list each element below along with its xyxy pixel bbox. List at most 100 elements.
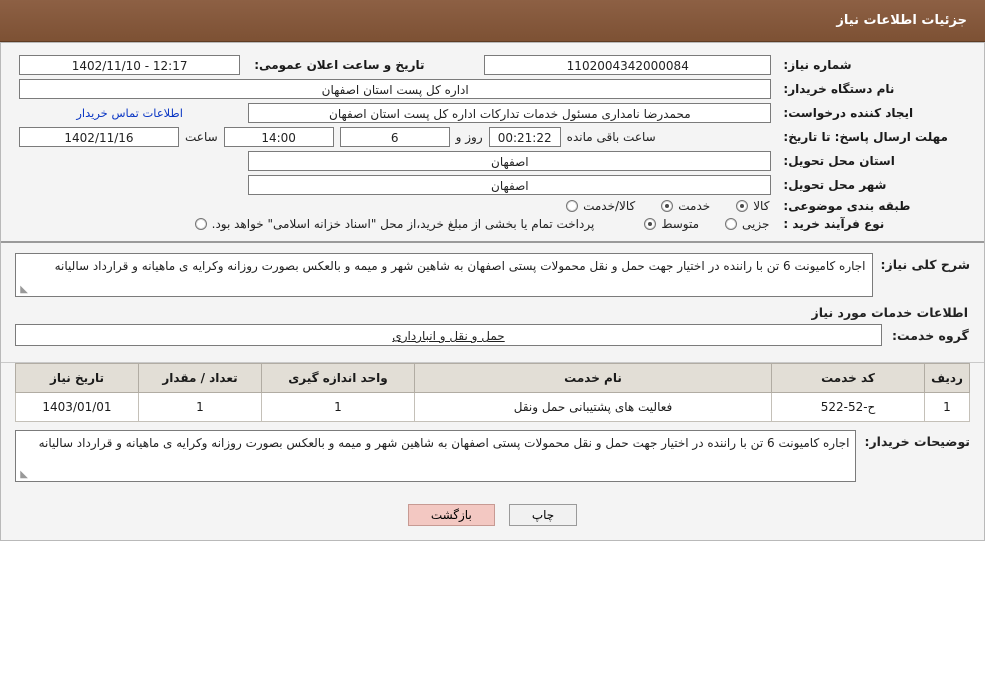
footer-buttons: چاپ بازگشت (1, 492, 984, 540)
category-option-kala-label: کالا (753, 199, 770, 213)
col-service-code: کد خدمت (771, 363, 925, 393)
general-description-row: شرح کلی نیاز: اجاره کامیونت 6 تن با رانن… (15, 253, 970, 297)
purchase-type-label: نوع فرآیند خرید : (783, 217, 885, 231)
category-option-khedmat[interactable]: خدمت (661, 199, 710, 213)
page-title: جزئیات اطلاعات نیاز (836, 13, 967, 28)
buyer-org-cell: اداره کل پست استان اصفهان (15, 77, 775, 101)
category-option-kala[interactable]: کالا (736, 199, 769, 213)
deadline-days[interactable]: 6 (339, 127, 450, 147)
category-option-kala-khedmat-label: کالا/خدمت (583, 199, 636, 213)
category-option-khedmat-label: خدمت (678, 199, 711, 213)
buyer-notes-label: توضیحات خریدار: (864, 434, 970, 449)
buyer-org-value[interactable]: اداره کل پست استان اصفهان (19, 79, 772, 99)
radio-icon[interactable] (566, 200, 579, 212)
announcement-datetime-value[interactable]: 1402/11/10 - 12:17 (19, 55, 241, 75)
delivery-city-value[interactable]: اصفهان (248, 175, 772, 195)
page-root: AriaTender.net جزئیات اطلاعات نیاز شماره… (0, 0, 985, 691)
deadline-group: 1402/11/16 ساعت 14:00 6 روز و 00:21:22 س… (19, 127, 771, 147)
delivery-city-spacer (15, 173, 244, 197)
services-section-title: اطلاعات خدمات مورد نیاز (811, 305, 969, 320)
services-table-wrap: ردیف کد خدمت نام خدمت واحد اندازه گیری ت… (1, 363, 984, 422)
col-service-name: نام خدمت (414, 363, 772, 393)
requester-label: ایجاد کننده درخواست: (783, 106, 914, 120)
delivery-city-cell: اصفهان (244, 173, 775, 197)
buyer-notes-row: توضیحات خریدار: اجاره کامیونت 6 تن با را… (15, 430, 970, 482)
category-radio-group: کالا خدمت کالا/خدمت (19, 199, 771, 213)
need-info-table: شماره نیاز: 1102004342000084 تاریخ و ساع… (15, 53, 970, 233)
row-delivery-city: شهر محل تحویل: اصفهان (15, 173, 970, 197)
col-unit: واحد اندازه گیری (261, 363, 415, 393)
cell-radif: 1 (924, 392, 970, 422)
deadline-time[interactable]: 14:00 (223, 127, 334, 147)
col-quantity: تعداد / مقدار (138, 363, 262, 393)
treasury-note-label: پرداخت تمام یا بخشی از مبلغ خرید،از محل … (211, 217, 595, 231)
need-number-label: شماره نیاز: (783, 58, 852, 72)
service-group-value[interactable]: حمل و نقل و انبارداری (15, 324, 882, 346)
deadline-label: مهلت ارسال پاسخ: تا تاریخ: (783, 130, 948, 144)
purchase-type-option-jozii[interactable]: جزیی (725, 217, 769, 231)
purchase-type-radio-group: جزیی متوسط پرداخت تمام یا بخشی از مبلغ خ… (19, 217, 771, 231)
need-info-panel: شماره نیاز: 1102004342000084 تاریخ و ساع… (1, 43, 984, 243)
general-description-panel: شرح کلی نیاز: اجاره کامیونت 6 تن با رانن… (1, 243, 984, 363)
cell-quantity: 1 (138, 392, 262, 422)
back-button[interactable]: بازگشت (407, 504, 495, 526)
radio-icon[interactable] (644, 218, 657, 230)
radio-icon[interactable] (736, 200, 749, 212)
row-requester: ایجاد کننده درخواست: محمدرضا نامداری مسئ… (15, 101, 970, 125)
services-table-header-row: ردیف کد خدمت نام خدمت واحد اندازه گیری ت… (15, 363, 970, 393)
details-container: شماره نیاز: 1102004342000084 تاریخ و ساع… (0, 42, 985, 541)
need-number-cell: 1102004342000084 (480, 53, 775, 77)
category-option-kala-khedmat[interactable]: کالا/خدمت (566, 199, 635, 213)
col-radif: ردیف (924, 363, 970, 393)
deadline-countdown-label: ساعت باقی مانده (566, 130, 656, 144)
delivery-province-value[interactable]: اصفهان (248, 151, 772, 171)
purchase-type-cell: جزیی متوسط پرداخت تمام یا بخشی از مبلغ خ… (15, 215, 775, 233)
radio-icon[interactable] (725, 218, 738, 230)
category-label: طبقه بندی موضوعی: (783, 199, 911, 213)
radio-icon[interactable] (661, 200, 674, 212)
category-cell: کالا خدمت کالا/خدمت (15, 197, 775, 215)
delivery-province-spacer (15, 149, 244, 173)
resize-grip-icon[interactable]: ◣ (18, 470, 28, 480)
purchase-type-option-jozii-label: جزیی (742, 217, 770, 231)
page-title-bar: جزئیات اطلاعات نیاز (0, 0, 985, 42)
row-need-number: شماره نیاز: 1102004342000084 تاریخ و ساع… (15, 53, 970, 77)
deadline-cell: 1402/11/16 ساعت 14:00 6 روز و 00:21:22 س… (15, 125, 775, 149)
requester-cell: محمدرضا نامداری مسئول خدمات تدارکات ادار… (244, 101, 775, 125)
treasury-note-option[interactable]: پرداخت تمام یا بخشی از مبلغ خرید،از محل … (194, 217, 595, 231)
delivery-province-label: استان محل تحویل: (783, 154, 895, 168)
radio-icon[interactable] (194, 218, 207, 230)
delivery-province-cell: اصفهان (244, 149, 775, 173)
need-number-value[interactable]: 1102004342000084 (484, 55, 772, 75)
resize-grip-icon[interactable]: ◣ (18, 285, 28, 295)
buyer-notes-textarea[interactable]: اجاره کامیونت 6 تن با راننده در اختیار ج… (15, 430, 857, 482)
col-need-date: تاریخ نیاز (15, 363, 139, 393)
contact-link-cell: اطلاعات تماس خریدار (15, 101, 244, 125)
print-button[interactable]: چاپ (508, 504, 578, 526)
row-purchase-type: نوع فرآیند خرید : جزیی متوسط پرداخت تمام… (15, 215, 970, 233)
deadline-days-label: روز و (455, 130, 483, 144)
general-description-label: شرح کلی نیاز: (880, 257, 970, 272)
requester-value[interactable]: محمدرضا نامداری مسئول خدمات تدارکات ادار… (248, 103, 772, 123)
general-description-value: اجاره کامیونت 6 تن با راننده در اختیار ج… (54, 259, 866, 273)
deadline-time-label: ساعت (185, 130, 218, 144)
services-table-head: ردیف کد خدمت نام خدمت واحد اندازه گیری ت… (15, 363, 970, 393)
service-group-row: گروه خدمت: حمل و نقل و انبارداری (15, 324, 970, 346)
buyer-contact-link[interactable]: اطلاعات تماس خریدار (76, 106, 183, 120)
delivery-city-label: شهر محل تحویل: (783, 178, 887, 192)
announcement-datetime-label: تاریخ و ساعت اعلان عمومی: (254, 58, 425, 72)
deadline-date[interactable]: 1402/11/16 (19, 127, 179, 147)
services-table: ردیف کد خدمت نام خدمت واحد اندازه گیری ت… (15, 363, 970, 422)
general-description-textarea[interactable]: اجاره کامیونت 6 تن با راننده در اختیار ج… (15, 253, 873, 297)
row-buyer-org: نام دستگاه خریدار: اداره کل پست استان اص… (15, 77, 970, 101)
purchase-type-option-motavaset-label: متوسط (661, 217, 700, 231)
buyer-org-label: نام دستگاه خریدار: (783, 82, 895, 96)
deadline-countdown[interactable]: 00:21:22 (488, 127, 561, 147)
purchase-type-option-motavaset[interactable]: متوسط (644, 217, 699, 231)
row-category: طبقه بندی موضوعی: کالا خدمت کالا/خدمت (15, 197, 970, 215)
row-delivery-province: استان محل تحویل: اصفهان (15, 149, 970, 173)
table-row[interactable]: 1 ح-52-522 فعالیت های پشتیبانی حمل ونقل … (15, 392, 970, 422)
service-group-label: گروه خدمت: (892, 327, 969, 343)
row-deadline: مهلت ارسال پاسخ: تا تاریخ: 1402/11/16 سا… (15, 125, 970, 149)
cell-service-name: فعالیت های پشتیبانی حمل ونقل (414, 392, 772, 422)
